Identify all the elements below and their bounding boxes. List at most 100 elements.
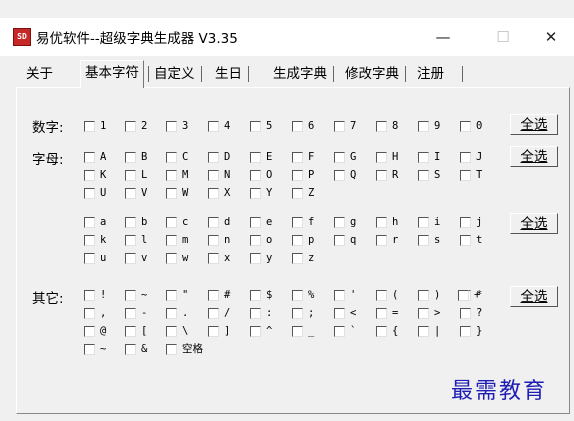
checkbox-box[interactable] bbox=[250, 120, 261, 132]
char-checkbox[interactable]: J bbox=[460, 150, 482, 164]
checkbox-box[interactable] bbox=[208, 234, 219, 246]
checkbox-box[interactable] bbox=[84, 234, 95, 246]
char-checkbox[interactable]: B bbox=[125, 150, 147, 164]
tab-generate-dict[interactable]: 生成字典 bbox=[273, 63, 334, 85]
checkbox-box[interactable] bbox=[418, 289, 429, 301]
checkbox-box[interactable] bbox=[166, 187, 177, 199]
checkbox-box[interactable] bbox=[292, 234, 303, 246]
checkbox-box[interactable] bbox=[418, 169, 429, 181]
char-checkbox[interactable]: % bbox=[292, 288, 314, 302]
checkbox-box[interactable] bbox=[166, 252, 177, 264]
checkbox-box[interactable] bbox=[460, 169, 471, 181]
char-checkbox[interactable]: H bbox=[376, 150, 398, 164]
checkbox-box[interactable] bbox=[84, 169, 95, 181]
checkbox-box[interactable] bbox=[166, 325, 177, 337]
checkbox-box[interactable] bbox=[460, 234, 471, 246]
checkbox-box[interactable] bbox=[166, 234, 177, 246]
checkbox-box[interactable] bbox=[166, 307, 177, 319]
char-checkbox[interactable]: $ bbox=[250, 288, 272, 302]
char-checkbox[interactable]: D bbox=[208, 150, 230, 164]
checkbox-box[interactable] bbox=[292, 216, 303, 228]
char-checkbox[interactable]: 7 bbox=[334, 119, 356, 133]
checkbox-box[interactable] bbox=[125, 325, 136, 337]
char-checkbox[interactable]: t bbox=[460, 233, 482, 247]
checkbox-box[interactable] bbox=[334, 289, 345, 301]
checkbox-box[interactable] bbox=[250, 252, 261, 264]
char-checkbox[interactable]: w bbox=[166, 251, 188, 265]
char-checkbox[interactable]: ? bbox=[460, 306, 482, 320]
checkbox-box[interactable] bbox=[125, 151, 136, 163]
checkbox-box[interactable] bbox=[376, 289, 387, 301]
checkbox-box[interactable] bbox=[250, 307, 261, 319]
checkbox-box[interactable] bbox=[376, 325, 387, 337]
char-checkbox[interactable]: S bbox=[418, 168, 440, 182]
char-checkbox[interactable]: 空格 bbox=[166, 342, 203, 356]
char-checkbox[interactable]: u bbox=[84, 251, 106, 265]
checkbox-box[interactable] bbox=[208, 325, 219, 337]
char-checkbox[interactable]: f bbox=[292, 215, 314, 229]
checkbox-box[interactable] bbox=[376, 307, 387, 319]
char-checkbox[interactable]: ; bbox=[292, 306, 314, 320]
checkbox-box[interactable] bbox=[84, 151, 95, 163]
checkbox-box[interactable] bbox=[460, 120, 471, 132]
char-checkbox[interactable]: T bbox=[460, 168, 482, 182]
char-checkbox[interactable]: v bbox=[125, 251, 147, 265]
checkbox-box[interactable] bbox=[334, 120, 345, 132]
char-checkbox[interactable]: . bbox=[166, 306, 188, 320]
checkbox-box[interactable] bbox=[292, 187, 303, 199]
checkbox-box[interactable] bbox=[125, 307, 136, 319]
checkbox-box[interactable] bbox=[84, 343, 95, 355]
checkbox-box[interactable] bbox=[458, 289, 469, 301]
char-checkbox[interactable]: ] bbox=[208, 324, 230, 338]
char-checkbox[interactable]: 5 bbox=[250, 119, 272, 133]
char-checkbox[interactable]: | bbox=[418, 324, 440, 338]
char-checkbox[interactable]: e bbox=[250, 215, 272, 229]
checkbox-box[interactable] bbox=[84, 289, 95, 301]
char-checkbox[interactable]: = bbox=[376, 306, 398, 320]
char-checkbox[interactable]: s bbox=[418, 233, 440, 247]
char-checkbox[interactable]: C bbox=[166, 150, 188, 164]
char-checkbox[interactable]: , bbox=[84, 306, 106, 320]
char-checkbox[interactable]: 3 bbox=[166, 119, 188, 133]
char-checkbox[interactable]: ' bbox=[334, 288, 356, 302]
char-checkbox[interactable]: ~ bbox=[84, 342, 106, 356]
tab-about[interactable]: 关于 bbox=[26, 63, 53, 85]
char-checkbox[interactable]: _ bbox=[292, 324, 314, 338]
minimize-button[interactable]: — bbox=[420, 22, 466, 52]
char-checkbox[interactable]: > bbox=[418, 306, 440, 320]
char-checkbox[interactable]: a bbox=[84, 215, 106, 229]
checkbox-box[interactable] bbox=[166, 216, 177, 228]
checkbox-box[interactable] bbox=[125, 252, 136, 264]
char-checkbox[interactable]: h bbox=[376, 215, 398, 229]
char-checkbox[interactable]: k bbox=[84, 233, 106, 247]
checkbox-box[interactable] bbox=[250, 187, 261, 199]
select-all-digits-button[interactable]: 全选 bbox=[510, 114, 558, 135]
checkbox-box[interactable] bbox=[334, 216, 345, 228]
char-checkbox[interactable]: Z bbox=[292, 186, 314, 200]
char-checkbox[interactable]: O bbox=[250, 168, 272, 182]
checkbox-box[interactable] bbox=[292, 307, 303, 319]
char-checkbox[interactable]: 9 bbox=[418, 119, 440, 133]
checkbox-box[interactable] bbox=[250, 216, 261, 228]
char-checkbox[interactable]: A bbox=[84, 150, 106, 164]
char-checkbox[interactable]: ! bbox=[84, 288, 106, 302]
checkbox-box[interactable] bbox=[376, 169, 387, 181]
char-checkbox[interactable]: ( bbox=[376, 288, 398, 302]
char-checkbox[interactable]: # bbox=[208, 288, 230, 302]
char-checkbox[interactable]: @ bbox=[84, 324, 106, 338]
char-checkbox[interactable]: 4 bbox=[208, 119, 230, 133]
checkbox-box[interactable] bbox=[250, 289, 261, 301]
char-checkbox[interactable]: [ bbox=[125, 324, 147, 338]
char-checkbox[interactable]: < bbox=[334, 306, 356, 320]
char-checkbox[interactable]: P bbox=[292, 168, 314, 182]
checkbox-box[interactable] bbox=[166, 289, 177, 301]
char-checkbox[interactable]: 2 bbox=[125, 119, 147, 133]
char-checkbox[interactable]: } bbox=[460, 324, 482, 338]
char-checkbox[interactable]: i bbox=[418, 215, 440, 229]
char-checkbox[interactable]: N bbox=[208, 168, 230, 182]
checkbox-box[interactable] bbox=[166, 120, 177, 132]
checkbox-box[interactable] bbox=[418, 234, 429, 246]
char-checkbox[interactable]: R bbox=[376, 168, 398, 182]
checkbox-box[interactable] bbox=[460, 216, 471, 228]
checkbox-box[interactable] bbox=[460, 151, 471, 163]
